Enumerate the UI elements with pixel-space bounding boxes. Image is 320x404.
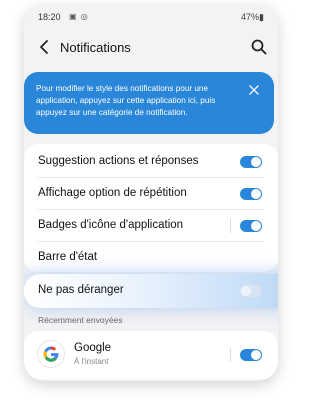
badges-toggle[interactable]	[240, 220, 262, 232]
section-label: Récemment envoyées	[38, 315, 123, 325]
back-arrow-icon[interactable]	[36, 38, 54, 56]
setting-label: Affichage option de répétition	[38, 187, 187, 199]
setting-label: Suggestion actions et réponses	[38, 155, 199, 167]
google-notifications-toggle[interactable]	[240, 349, 262, 361]
setting-row-snooze[interactable]: Affichage option de répétition	[24, 178, 278, 210]
app-bar: Notifications	[24, 30, 278, 66]
google-icon	[38, 341, 64, 367]
status-bar: 18:20 ▣ ◎ 47%▮	[24, 4, 278, 28]
status-battery: 47%▮	[241, 12, 264, 22]
separator	[230, 348, 231, 362]
setting-label: Barre d'état	[38, 251, 98, 263]
do-not-disturb-toggle[interactable]	[240, 285, 262, 297]
setting-row-suggestions[interactable]: Suggestion actions et réponses	[24, 146, 278, 178]
setting-row-badges[interactable]: Badges d'icône d'application	[24, 210, 278, 242]
info-banner: Pour modifier le style des notifications…	[24, 72, 274, 134]
phone-screen: 18:20 ▣ ◎ 47%▮ Notifications Pour modifi…	[24, 4, 278, 381]
close-icon[interactable]	[248, 84, 260, 96]
app-timestamp: À l'instant	[74, 357, 109, 366]
setting-label: Badges d'icône d'application	[38, 219, 184, 231]
page-title: Notifications	[60, 40, 131, 55]
search-icon[interactable]	[250, 38, 268, 56]
settings-card: Suggestion actions et réponses Affichage…	[24, 144, 278, 272]
app-name: Google	[74, 342, 112, 354]
setting-row-status-bar[interactable]: Barre d'état	[24, 242, 278, 274]
separator	[230, 219, 231, 233]
status-time: 18:20	[38, 12, 61, 22]
recent-app-row[interactable]: Google À l'instant	[24, 331, 278, 379]
setting-label: Ne pas déranger	[38, 284, 124, 296]
status-notification-icons: ▣ ◎	[69, 12, 89, 21]
do-not-disturb-row[interactable]: Ne pas déranger	[24, 274, 278, 308]
info-banner-text: Pour modifier le style des notifications…	[36, 84, 216, 117]
snooze-toggle[interactable]	[240, 188, 262, 200]
suggestions-toggle[interactable]	[240, 156, 262, 168]
